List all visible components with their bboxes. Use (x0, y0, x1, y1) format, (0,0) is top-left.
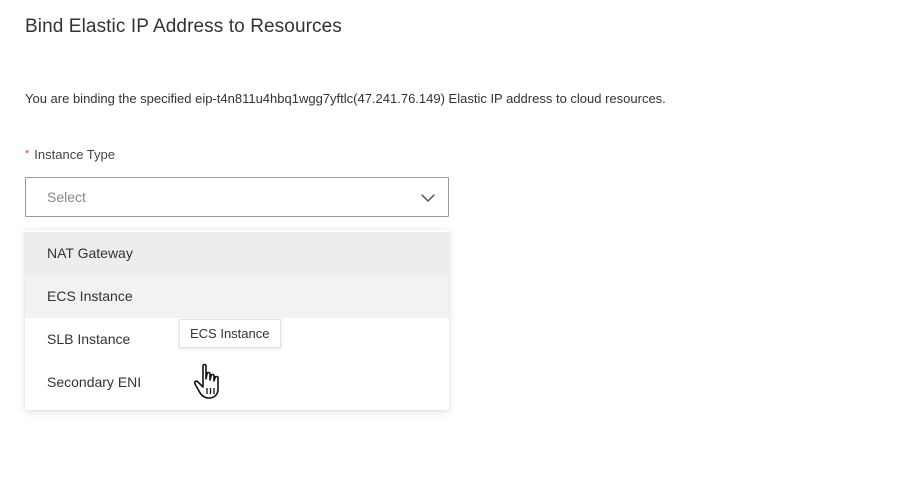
instance-type-label: * Instance Type (25, 147, 115, 162)
instance-type-select-placeholder: Select (47, 189, 86, 205)
dialog-title: Bind Elastic IP Address to Resources (25, 16, 342, 37)
option-secondary-eni[interactable]: Secondary ENI (25, 361, 449, 404)
option-nat-gateway[interactable]: NAT Gateway (25, 232, 449, 275)
option-tooltip: ECS Instance (179, 319, 281, 348)
instance-type-label-text: Instance Type (34, 147, 115, 162)
instance-type-select[interactable]: Select (25, 177, 449, 217)
bind-eip-dialog: Bind Elastic IP Address to Resources You… (0, 0, 905, 479)
option-ecs-instance[interactable]: ECS Instance (25, 275, 449, 318)
required-marker: * (25, 148, 30, 160)
hand-pointer-icon (193, 363, 219, 399)
dialog-description: You are binding the specified eip-t4n811… (25, 91, 666, 106)
chevron-down-icon (421, 194, 435, 202)
